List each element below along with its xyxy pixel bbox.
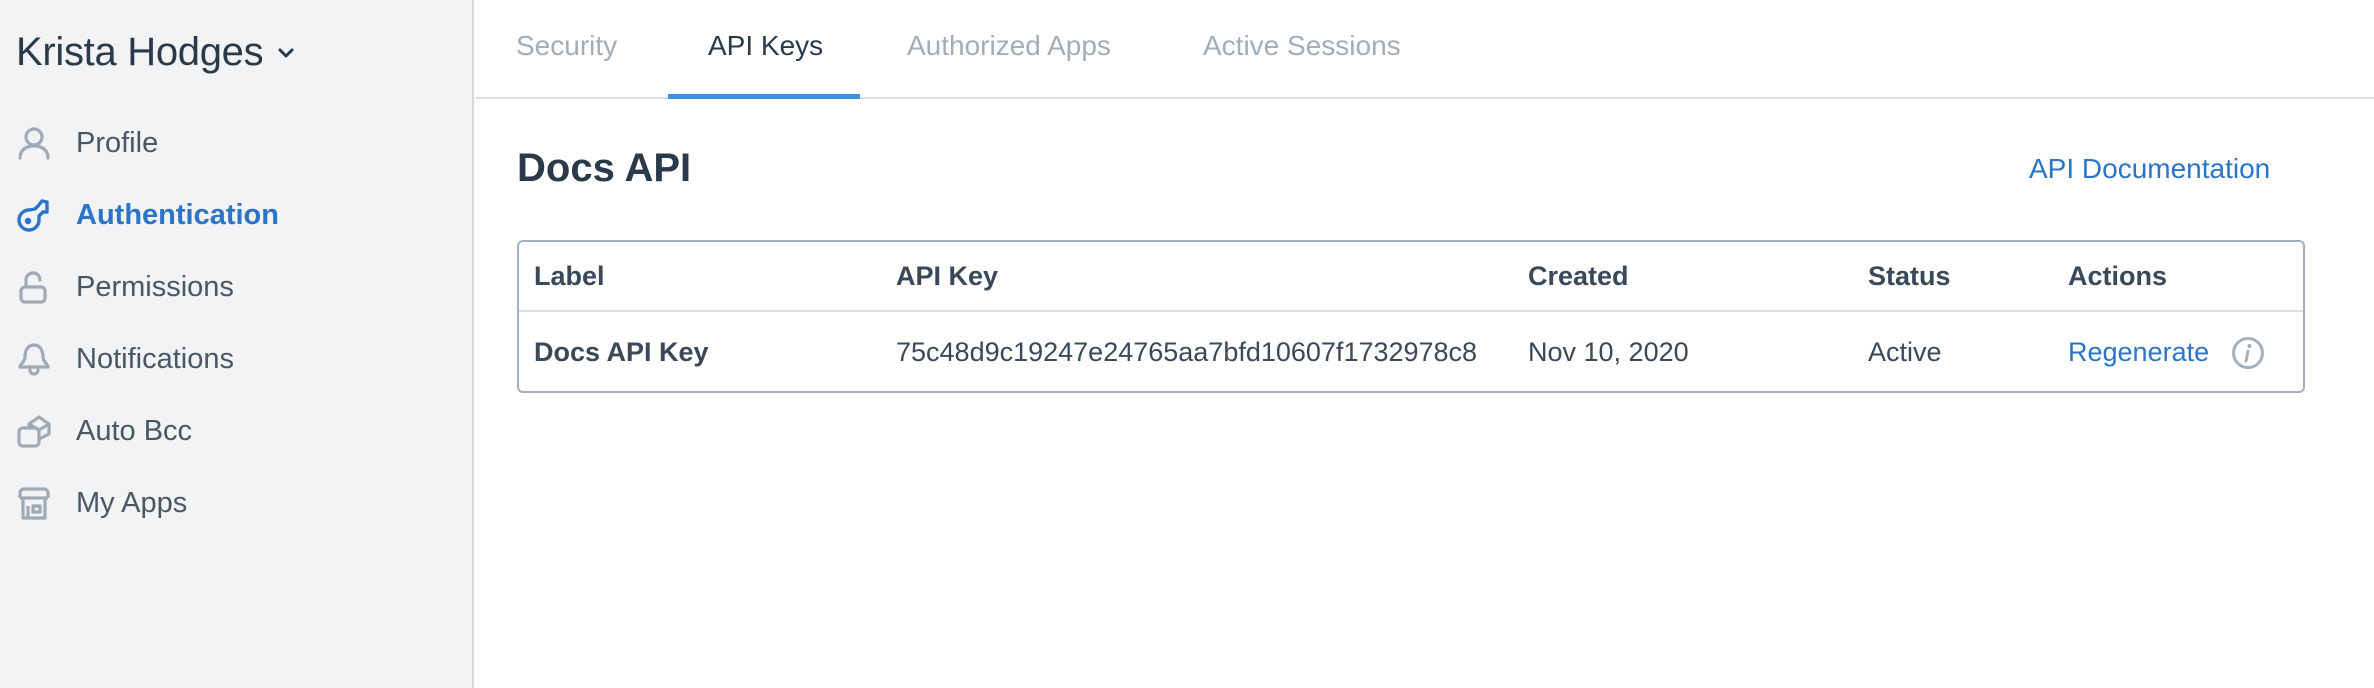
- storefront-icon: [17, 486, 51, 520]
- sidebar-nav: Profile Authentication Permissions Notif…: [0, 107, 472, 539]
- table-row: Docs API Key 75c48d9c19247e24765aa7bfd10…: [519, 312, 2303, 391]
- api-keys-table: Label API Key Created Status Actions Doc…: [517, 240, 2305, 393]
- unlock-icon: [17, 270, 51, 304]
- active-tab-indicator: [668, 94, 860, 99]
- chevron-down-icon: [277, 44, 295, 62]
- sidebar-item-label: Auto Bcc: [76, 414, 193, 447]
- user-icon: [17, 126, 51, 160]
- sidebar-item-label: Notifications: [76, 342, 234, 375]
- key-label: Docs API Key: [534, 337, 709, 367]
- sidebar-item-label: Profile: [76, 126, 159, 159]
- tab-active-sessions[interactable]: Active Sessions: [1203, 0, 1401, 98]
- status-value: Active: [1868, 337, 1942, 367]
- column-header-status: Status: [1868, 260, 1951, 291]
- sidebar-item-profile[interactable]: Profile: [0, 107, 472, 179]
- sidebar: Krista Hodges Profile Authentication Per…: [0, 0, 474, 688]
- column-header-api-key: API Key: [896, 260, 999, 291]
- tab-bar: Security API Keys Authorized Apps Active…: [476, 0, 2374, 99]
- key-icon: [17, 198, 51, 232]
- table-header-row: Label API Key Created Status Actions: [519, 242, 2303, 312]
- regenerate-button[interactable]: Regenerate: [2068, 337, 2209, 368]
- column-header-label: Label: [534, 260, 605, 291]
- sidebar-item-label: My Apps: [76, 486, 188, 519]
- column-header-created: Created: [1528, 260, 1629, 291]
- api-documentation-link[interactable]: API Documentation: [2029, 153, 2270, 185]
- account-name: Krista Hodges: [16, 30, 264, 74]
- created-date: Nov 10, 2020: [1528, 337, 1689, 367]
- api-key-value: 75c48d9c19247e24765aa7bfd10607f1732978c8: [896, 337, 1478, 367]
- sidebar-item-notifications[interactable]: Notifications: [0, 323, 472, 395]
- info-icon[interactable]: [2231, 336, 2265, 370]
- column-header-actions: Actions: [2068, 260, 2168, 291]
- tab-authorized-apps[interactable]: Authorized Apps: [907, 0, 1111, 98]
- bell-icon: [17, 342, 51, 376]
- actions-cell: Regenerate: [2068, 312, 2265, 391]
- sidebar-item-label: Authentication: [76, 198, 279, 231]
- sidebar-item-permissions[interactable]: Permissions: [0, 251, 472, 323]
- sidebar-item-auto-bcc[interactable]: Auto Bcc: [0, 395, 472, 467]
- tab-api-keys[interactable]: API Keys: [708, 0, 823, 98]
- sidebar-item-label: Permissions: [76, 270, 234, 303]
- account-switcher[interactable]: Krista Hodges: [16, 30, 295, 75]
- page-title: Docs API: [517, 146, 692, 190]
- sidebar-item-my-apps[interactable]: My Apps: [0, 467, 472, 539]
- main-content: Security API Keys Authorized Apps Active…: [476, 0, 2374, 688]
- sidebar-item-authentication[interactable]: Authentication: [0, 179, 472, 251]
- tab-security[interactable]: Security: [516, 0, 617, 98]
- envelope-stack-icon: [17, 414, 51, 448]
